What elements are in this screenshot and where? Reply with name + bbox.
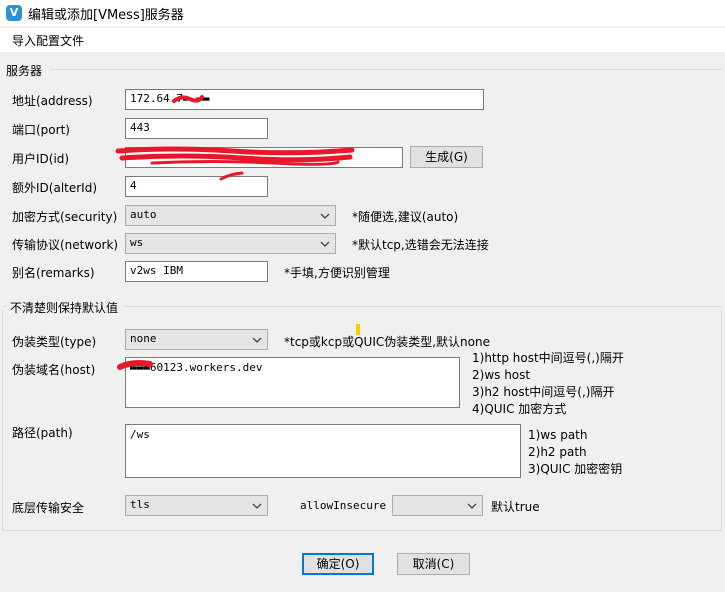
header-type-select[interactable]: none [125,329,268,350]
chevron-down-icon [320,241,330,247]
cancel-button[interactable]: 取消(C) [397,553,470,575]
menu-bar: 导入配置文件 [0,28,725,52]
network-selected: ws [130,236,144,249]
path-hints: 1)ws path 2)h2 path 3)QUIC 加密密钥 [528,427,622,478]
remarks-hint: *手填,方便识别管理 [284,266,390,280]
advanced-group-line-left [2,306,7,307]
host-hints: 1)http host中间逗号(,)隔开 2)ws host 3)h2 host… [472,350,624,418]
remarks-label: 别名(remarks) [12,266,95,280]
advanced-group-line [124,306,722,307]
header-type-label: 伪装类型(type) [12,335,97,349]
security-select[interactable]: auto [125,205,336,226]
path-label: 路径(path) [12,426,73,440]
allow-insecure-select[interactable] [392,495,483,516]
path-hint-1: 1)ws path [528,428,588,442]
host-hint-4: 4)QUIC 加密方式 [472,402,567,416]
generate-id-button[interactable]: 生成(G) [410,146,483,168]
security-hint: *随便选,建议(auto) [352,210,459,224]
header-type-hint: *tcp或kcp或QUIC伪装类型,默认none [284,335,490,349]
chevron-down-icon [252,337,262,343]
network-hint: *默认tcp,选错会无法连接 [352,238,489,252]
title-bar: V 编辑或添加[VMess]服务器 [0,0,725,26]
stream-security-selected: tls [130,498,150,511]
user-id-label: 用户ID(id) [12,152,70,166]
allow-insecure-label: allowInsecure [300,499,387,512]
v2rayn-app-icon: V [6,5,22,21]
host-textarea[interactable]: ▬▬▬60123.workers.dev [125,357,460,408]
chevron-down-icon [320,213,330,219]
server-section-heading: 服务器 [6,64,43,78]
ok-button[interactable]: 确定(O) [302,553,374,575]
address-input[interactable]: 172.64.7▬.▬▬ [125,89,484,110]
stream-security-select[interactable]: tls [125,495,268,516]
allow-insecure-hint: 默认true [491,500,540,514]
server-group-line [50,69,722,70]
address-label: 地址(address) [12,94,93,108]
port-input[interactable]: 443 [125,118,268,139]
host-hint-2: 2)ws host [472,368,531,382]
security-label: 加密方式(security) [12,210,118,224]
path-textarea[interactable]: /ws [125,424,521,478]
alter-id-input[interactable]: 4 [125,176,268,197]
security-selected: auto [130,208,157,221]
user-id-input[interactable] [125,147,403,168]
path-hint-2: 2)h2 path [528,445,587,459]
remarks-input[interactable]: v2ws IBM [125,261,268,282]
stream-security-label: 底层传输安全 [12,501,85,515]
alter-id-label: 额外ID(alterId) [12,181,98,195]
host-hint-1: 1)http host中间逗号(,)隔开 [472,351,624,365]
network-select[interactable]: ws [125,233,336,254]
chevron-down-icon [252,503,262,509]
path-hint-3: 3)QUIC 加密密钥 [528,462,623,476]
header-type-selected: none [130,332,157,345]
host-label: 伪装域名(host) [12,363,96,377]
chevron-down-icon [467,503,477,509]
window-title: 编辑或添加[VMess]服务器 [28,8,184,23]
network-label: 传输协议(network) [12,238,119,252]
port-label: 端口(port) [12,123,70,137]
menu-import-config[interactable]: 导入配置文件 [12,32,84,49]
host-hint-3: 3)h2 host中间逗号(,)隔开 [472,385,615,399]
